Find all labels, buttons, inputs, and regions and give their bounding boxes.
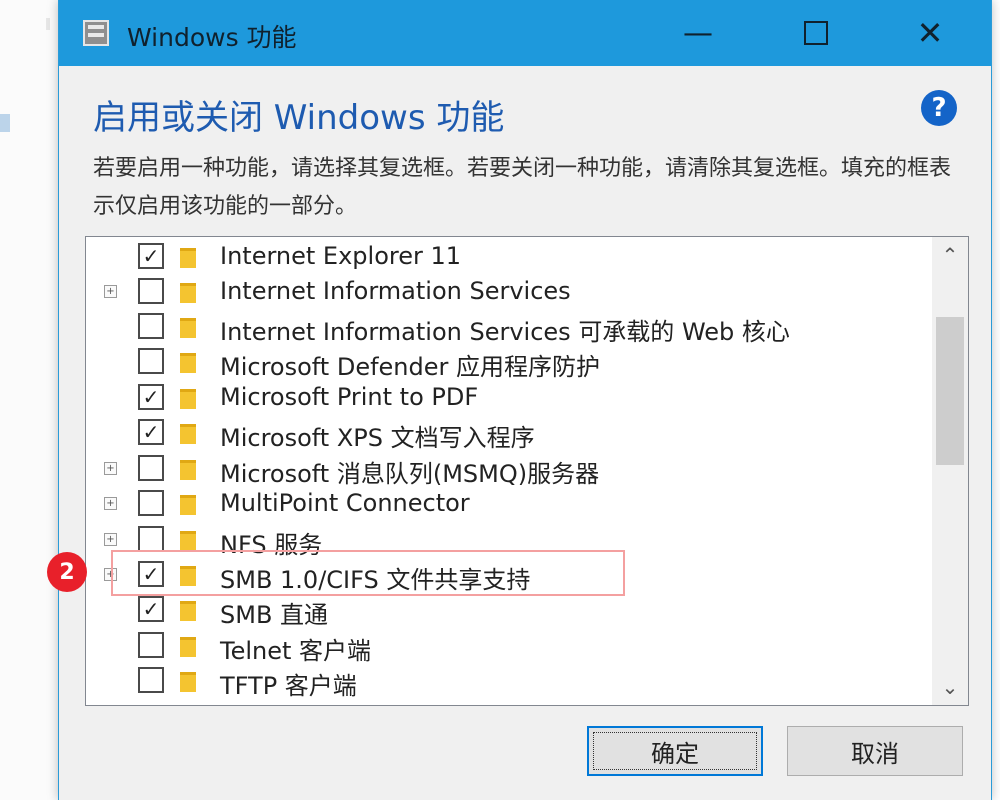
help-icon[interactable]: ? [921,90,957,126]
feature-label: Microsoft Print to PDF [220,383,479,411]
windows-features-app-icon [83,20,109,46]
feature-label: Microsoft XPS 文档写入程序 [220,424,535,452]
feature-label: TFTP 客户端 [220,672,357,700]
expand-icon[interactable]: + [104,533,117,546]
feature-label: Internet Information Services 可承载的 Web 核… [220,318,790,346]
ok-button[interactable]: 确定 [587,726,763,776]
smb-highlight-box [111,550,625,596]
feature-label: Microsoft Defender 应用程序防护 [220,353,601,381]
feature-checkbox[interactable] [138,455,164,481]
feature-row[interactable]: + MultiPoint Connector [86,486,924,521]
folder-icon [180,495,196,515]
folder-icon [180,283,196,303]
feature-checkbox[interactable]: ✓ [138,384,164,410]
feature-checkbox[interactable] [138,278,164,304]
minimize-button[interactable]: — [653,0,743,66]
feature-label: Microsoft 消息队列(MSMQ)服务器 [220,460,600,488]
feature-checkbox[interactable] [138,313,164,339]
close-button[interactable]: ✕ [885,0,975,66]
folder-icon [180,460,196,480]
feature-row[interactable]: ✓ Microsoft XPS 文档写入程序 [86,415,924,452]
background-selection-marker [0,114,10,132]
step-badge: 2 [47,552,87,592]
window-title: Windows 功能 [127,23,297,52]
folder-icon [180,318,196,338]
folder-icon [180,389,196,409]
folder-icon [180,531,196,551]
focus-rectangle [593,732,757,770]
expand-icon[interactable]: + [104,462,117,475]
maximize-button[interactable] [771,0,861,66]
folder-icon [180,248,196,268]
cancel-button[interactable]: 取消 [787,726,963,776]
background-edge-marker [46,18,50,30]
scroll-thumb[interactable] [936,317,964,465]
feature-label: Internet Information Services [220,277,571,305]
title-bar[interactable]: Windows 功能 — ✕ [59,0,991,66]
windows-features-dialog: Windows 功能 — ✕ 启用或关闭 Windows 功能 ? 若要启用一种… [47,0,992,800]
expand-icon[interactable]: + [104,285,117,298]
feature-label: MultiPoint Connector [220,489,470,517]
folder-icon [180,637,196,657]
feature-row[interactable]: ✓ Microsoft Print to PDF [86,380,924,415]
maximize-icon [804,21,828,45]
feature-checkbox[interactable]: ✓ [138,243,164,269]
feature-row[interactable]: Internet Information Services 可承载的 Web 核… [86,309,924,346]
dialog-heading: 启用或关闭 Windows 功能 [93,98,505,138]
description-text: 若要启用一种功能，请选择其复选框。若要关闭一种功能，请清除其复选框。填充的框表示… [93,156,952,219]
feature-row[interactable]: + Microsoft 消息队列(MSMQ)服务器 [86,451,924,488]
feature-checkbox[interactable] [138,632,164,658]
expand-icon[interactable]: + [104,497,117,510]
folder-icon [180,424,196,444]
feature-checkbox[interactable]: ✓ [138,419,164,445]
feature-row[interactable]: ✓ SMB 直通 [86,592,924,629]
feature-checkbox[interactable] [138,490,164,516]
feature-checkbox[interactable] [138,348,164,374]
features-list[interactable]: ✓ Internet Explorer 11 + Internet Informati… [85,236,969,706]
scroll-down-icon[interactable]: ⌄ [932,669,968,705]
folder-icon [180,601,196,621]
feature-checkbox[interactable] [138,526,164,552]
vertical-scrollbar[interactable]: ⌃ ⌄ [932,237,968,705]
feature-label: Internet Explorer 11 [220,242,462,270]
scroll-up-icon[interactable]: ⌃ [932,237,968,273]
feature-checkbox[interactable]: ✓ [138,596,164,622]
feature-row[interactable]: TFTP 客户端 [86,663,924,700]
feature-row[interactable]: Microsoft Defender 应用程序防护 [86,344,924,381]
folder-icon [180,672,196,692]
feature-row[interactable]: ✓ Internet Explorer 11 [86,239,924,274]
feature-row[interactable]: Telnet 客户端 [86,628,924,665]
feature-label: SMB 直通 [220,601,329,629]
feature-checkbox[interactable] [138,667,164,693]
feature-label: Telnet 客户端 [220,637,372,665]
feature-row[interactable]: + Internet Information Services [86,274,924,309]
folder-icon [180,353,196,373]
